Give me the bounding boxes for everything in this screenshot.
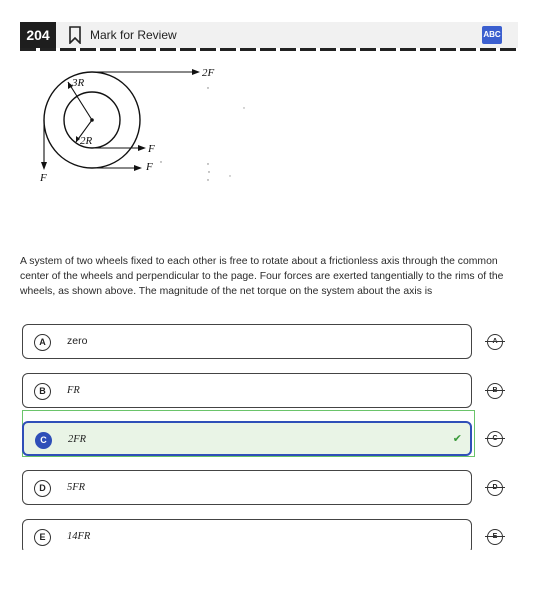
question-stem: A system of two wheels fixed to each oth… bbox=[20, 256, 504, 297]
choice-text: FR bbox=[67, 385, 80, 396]
outer-force-label: F bbox=[145, 161, 153, 173]
wheels-figure: 3R 2R 2F F F F bbox=[39, 67, 245, 184]
choice-letter: D bbox=[34, 480, 51, 497]
abc-eliminator-button[interactable]: ABC bbox=[482, 26, 502, 44]
top-force-arrowhead bbox=[192, 69, 200, 75]
choice-d[interactable]: D 5FR bbox=[22, 470, 472, 505]
mark-for-review-label[interactable]: Mark for Review bbox=[90, 22, 177, 48]
inner-force-arrowhead bbox=[138, 145, 146, 151]
choice-e[interactable]: E 14FR bbox=[22, 519, 472, 554]
scroll-clip bbox=[0, 550, 538, 601]
left-force-arrowhead bbox=[41, 162, 47, 170]
strike-e-button[interactable]: E bbox=[485, 529, 505, 545]
choice-text: 2FR bbox=[68, 434, 87, 445]
choice-letter: B bbox=[34, 383, 51, 400]
header-divider bbox=[20, 48, 518, 51]
choice-c[interactable]: C 2FR ✔ bbox=[22, 421, 472, 456]
outer-force-arrowhead bbox=[134, 165, 142, 171]
top-force-label: 2F bbox=[202, 67, 215, 79]
choice-text: 5FR bbox=[67, 482, 86, 493]
choice-a[interactable]: A zero bbox=[22, 324, 472, 359]
choice-b[interactable]: B FR bbox=[22, 373, 472, 408]
inner-force-label: F bbox=[147, 143, 155, 155]
strike-c-button[interactable]: C bbox=[485, 431, 505, 447]
inner-radius-label: 2R bbox=[80, 135, 93, 147]
choice-letter: A bbox=[34, 334, 51, 351]
question-header: 204 Mark for Review ABC bbox=[20, 22, 518, 48]
question-number: 204 bbox=[20, 22, 56, 48]
outer-radius-label: 3R bbox=[71, 77, 85, 89]
choice-letter: E bbox=[34, 529, 51, 546]
choice-letter: C bbox=[35, 432, 52, 449]
strike-b-button[interactable]: B bbox=[485, 383, 505, 399]
choice-text: 14FR bbox=[67, 531, 91, 542]
bookmark-icon[interactable] bbox=[68, 26, 82, 44]
strike-d-button[interactable]: D bbox=[485, 480, 505, 496]
strike-a-button[interactable]: A bbox=[485, 334, 505, 350]
check-icon: ✔ bbox=[452, 433, 462, 445]
left-force-label: F bbox=[39, 172, 47, 184]
choice-text: zero bbox=[67, 335, 88, 347]
